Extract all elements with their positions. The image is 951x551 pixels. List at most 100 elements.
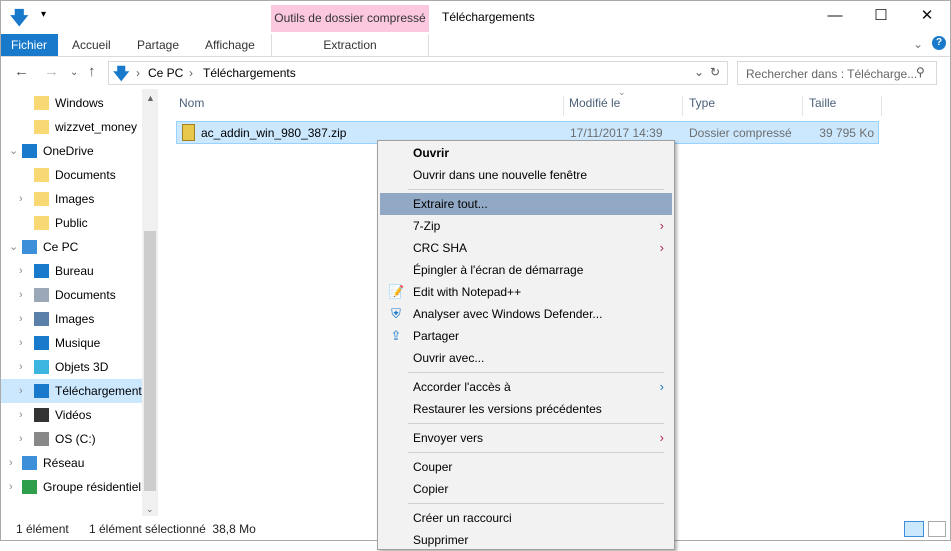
sidebar-item[interactable]: ⌄ Ce PC <box>1 235 142 259</box>
breadcrumb-ce-pc[interactable]: Ce PC <box>148 66 183 80</box>
sidebar-item[interactable]: › Bureau <box>1 259 142 283</box>
close-button[interactable]: ✕ <box>904 1 950 31</box>
sidebar-item[interactable]: › Réseau <box>1 451 142 475</box>
pictures-icon <box>34 312 49 326</box>
column-header-size[interactable]: Taille <box>805 96 882 116</box>
sidebar-item[interactable]: › Images <box>1 187 142 211</box>
search-input[interactable]: Rechercher dans : Télécharge... <box>737 61 937 85</box>
sidebar-item[interactable]: › Images <box>1 307 142 331</box>
menu-item-label: Ouvrir avec... <box>413 351 485 365</box>
up-button[interactable]: ↑ <box>88 63 96 80</box>
menu-item[interactable]: ⛨ Analyser avec Windows Defender... <box>380 303 672 325</box>
refresh-icon[interactable]: ↻ <box>710 65 720 79</box>
sidebar-item-label: Windows <box>55 96 104 110</box>
tab-extraction[interactable]: Extraction <box>271 34 429 56</box>
tab-accueil[interactable]: Accueil <box>62 34 121 56</box>
chevron-right-icon[interactable]: › <box>19 187 23 211</box>
menu-item[interactable]: Restaurer les versions précédentes <box>380 398 672 420</box>
menu-item[interactable]: Couper <box>380 456 672 478</box>
sidebar-item[interactable]: › Téléchargements <box>1 379 142 403</box>
customize-qat-icon[interactable]: ▾ <box>41 9 46 20</box>
chevron-right-icon[interactable]: › <box>19 355 23 379</box>
chevron-right-icon[interactable]: › <box>19 427 23 451</box>
menu-item[interactable]: Créer un raccourci <box>380 507 672 529</box>
sidebar-item[interactable]: › Documents <box>1 283 142 307</box>
column-header-type[interactable]: Type <box>685 96 803 116</box>
back-button[interactable]: ← <box>14 63 29 80</box>
scroll-down-icon[interactable]: ⌄ <box>146 504 154 515</box>
menu-item-label: Partager <box>413 329 460 343</box>
menu-separator <box>408 189 664 190</box>
breadcrumb-telechargements[interactable]: Téléchargements <box>203 66 296 80</box>
tab-affichage[interactable]: Affichage <box>195 34 265 56</box>
menu-item[interactable]: Copier <box>380 478 672 500</box>
chevron-right-icon[interactable]: › <box>19 403 23 427</box>
sidebar-item-label: OS (C:) <box>55 432 96 446</box>
menu-item[interactable]: Ouvrir dans une nouvelle fenêtre <box>380 164 672 186</box>
sidebar-item-label: wizzvet_money <box>55 120 138 134</box>
video-icon <box>34 408 49 422</box>
sidebar-item[interactable]: ⌄ OneDrive <box>1 139 142 163</box>
download-icon: 🡇 <box>113 66 130 83</box>
quick-access-download-icon[interactable]: 🡇 <box>10 6 29 36</box>
menu-item[interactable]: 7-Zip › <box>380 215 672 237</box>
sidebar-item[interactable]: Windows <box>1 91 142 115</box>
chevron-right-icon[interactable]: › <box>19 379 23 403</box>
file-size: 39 795 Ko <box>819 126 874 140</box>
expand-down-icon[interactable]: ⌄ <box>9 235 18 259</box>
column-header-modified[interactable]: Modifié le <box>565 96 683 116</box>
menu-item[interactable]: Ouvrir <box>380 142 672 164</box>
menu-item[interactable]: Épingler à l'écran de démarrage <box>380 259 672 281</box>
sidebar-item-label: Documents <box>55 288 116 302</box>
sidebar-item[interactable]: › OS (C:) <box>1 427 142 451</box>
expand-down-icon[interactable]: ⌄ <box>9 139 18 163</box>
tab-partage[interactable]: Partage <box>127 34 189 56</box>
folder-icon <box>34 192 49 206</box>
menu-item[interactable]: 📝 Edit with Notepad++ <box>380 281 672 303</box>
search-icon: ⚲ <box>916 65 925 79</box>
menu-item-label: Analyser avec Windows Defender... <box>413 307 603 321</box>
zip-file-icon <box>182 124 195 141</box>
address-dropdown-icon[interactable]: ⌄ <box>694 65 704 79</box>
minimize-button[interactable]: — <box>812 1 858 31</box>
menu-item[interactable]: Extraire tout... <box>380 193 672 215</box>
help-icon[interactable]: ? <box>932 36 946 50</box>
ribbon-expand-icon[interactable]: ⌄ <box>913 37 923 51</box>
menu-separator <box>408 452 664 453</box>
sidebar-scrollbar-thumb[interactable] <box>144 231 156 491</box>
menu-item[interactable]: Ouvrir avec... <box>380 347 672 369</box>
tab-fichier[interactable]: Fichier <box>1 34 58 56</box>
sidebar-item[interactable]: wizzvet_money <box>1 115 142 139</box>
chevron-right-icon[interactable]: › <box>19 307 23 331</box>
menu-item[interactable]: Accorder l'accès à › <box>380 376 672 398</box>
chevron-right-icon[interactable]: › <box>9 451 13 475</box>
forward-button[interactable]: → <box>44 63 59 80</box>
homegroup-icon <box>22 480 37 494</box>
menu-item-label: Épingler à l'écran de démarrage <box>413 263 584 277</box>
large-icons-view-button[interactable] <box>928 521 946 537</box>
sidebar-item[interactable]: › Musique <box>1 331 142 355</box>
sidebar-item[interactable]: › Objets 3D <box>1 355 142 379</box>
chevron-right-icon[interactable]: › <box>19 331 23 355</box>
recent-locations-icon[interactable]: ⌄ <box>70 67 78 78</box>
menu-item[interactable]: Supprimer <box>380 529 672 551</box>
sidebar-item[interactable]: Documents <box>1 163 142 187</box>
chevron-right-icon[interactable]: › <box>19 259 23 283</box>
chevron-right-icon[interactable]: › <box>19 283 23 307</box>
column-header-name[interactable]: Nom <box>175 96 564 116</box>
scroll-up-icon[interactable]: ▲ <box>146 93 155 103</box>
chevron-right-icon[interactable]: › <box>9 475 13 499</box>
address-bar[interactable]: 🡇 › Ce PC › Téléchargements ⌄ ↻ <box>108 61 728 85</box>
menu-item[interactable]: Envoyer vers › <box>380 427 672 449</box>
sidebar-item[interactable]: › Vidéos <box>1 403 142 427</box>
submenu-arrow-icon: › <box>659 430 664 445</box>
sidebar-item-label: Public <box>55 216 88 230</box>
sidebar-item[interactable]: Public <box>1 211 142 235</box>
maximize-button[interactable]: ☐ <box>858 1 904 31</box>
details-view-button[interactable] <box>904 521 924 537</box>
menu-item[interactable]: CRC SHA › <box>380 237 672 259</box>
menu-item[interactable]: ⇪ Partager <box>380 325 672 347</box>
menu-item-label: Créer un raccourci <box>413 511 512 525</box>
sidebar-item-label: Objets 3D <box>55 360 109 374</box>
sidebar-item[interactable]: › Groupe résidentiel <box>1 475 142 499</box>
